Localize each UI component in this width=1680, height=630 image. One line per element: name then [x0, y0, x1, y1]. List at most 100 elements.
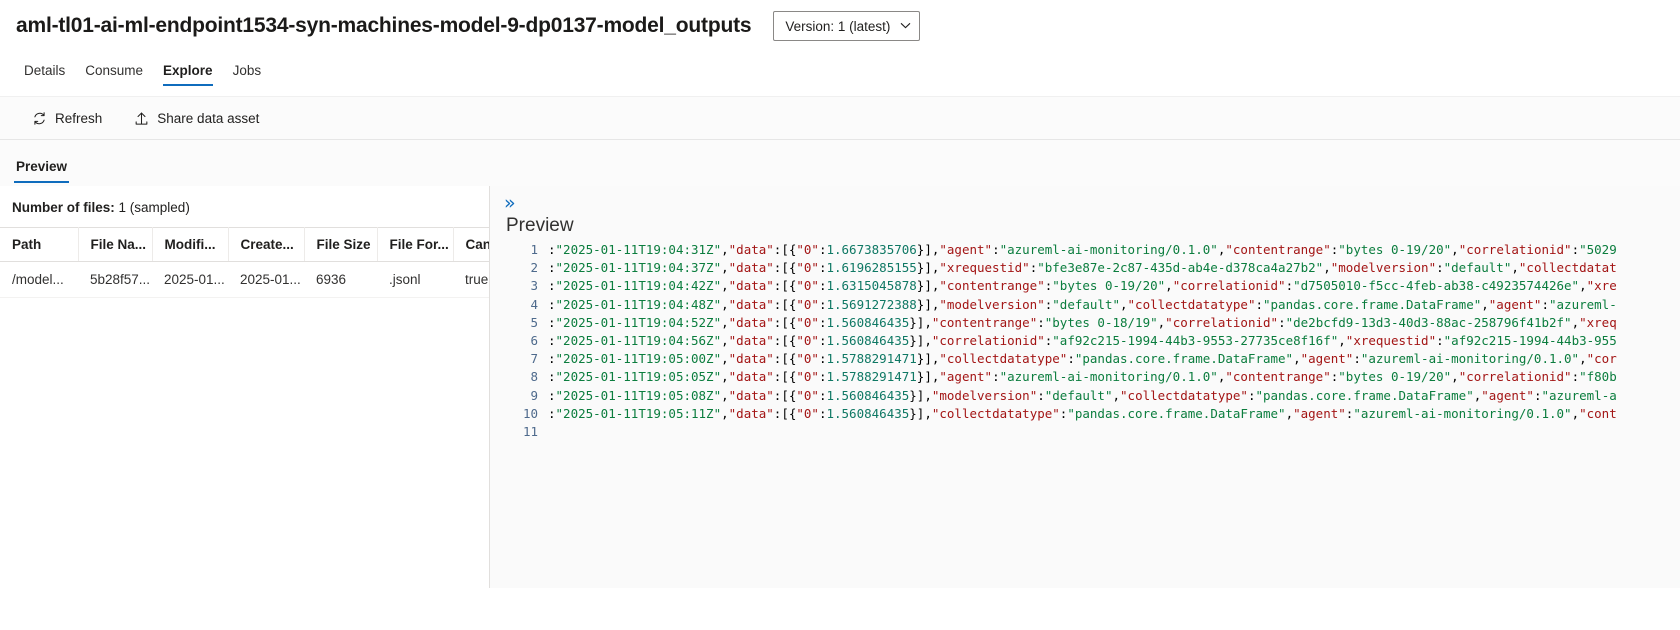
code-token: "data"	[728, 314, 774, 330]
code-token: "0"	[796, 260, 819, 276]
tab-explore[interactable]: Explore	[153, 55, 223, 88]
code-token: :	[1436, 260, 1444, 276]
share-data-asset-label: Share data asset	[157, 110, 260, 126]
column-header-file-size[interactable]: File Size	[304, 227, 378, 262]
code-token: :	[1541, 296, 1549, 312]
code-token: 1.6315045878	[826, 278, 917, 294]
line-number: 11	[522, 423, 538, 439]
code-line: 11	[504, 423, 1680, 441]
code-token: :	[548, 242, 556, 257]
code-token: "data"	[728, 405, 774, 421]
json-preview-code[interactable]: 1:"2025-01-11T19:04:31Z","data":[{"0":1.…	[504, 241, 1680, 441]
code-token: :[{	[773, 314, 797, 330]
code-token: "xre	[1586, 278, 1617, 294]
code-token: "0"	[796, 314, 819, 330]
code-token: "0"	[796, 369, 819, 385]
code-token: 1.6673835706	[826, 242, 917, 257]
code-line: 8:"2025-01-11T19:05:05Z","data":[{"0":1.…	[504, 368, 1680, 386]
code-token: "de2bcfd9-13d3-40d3-88ac-258796f41b2f"	[1285, 314, 1572, 330]
line-number: 3	[530, 278, 538, 294]
table-row[interactable]: /model... 5b28f57... 2025-01... 2025-01.…	[0, 261, 489, 298]
code-token: "cor	[1586, 351, 1617, 367]
code-token: ,	[1579, 278, 1587, 294]
code-token: "data"	[728, 260, 774, 276]
refresh-button-label: Refresh	[55, 110, 103, 126]
code-token: 1.5788291471	[826, 351, 917, 367]
cell-can-seek: true	[453, 261, 489, 298]
code-token: "azureml-	[1549, 296, 1617, 312]
code-token: ,	[721, 405, 729, 421]
line-number: 9	[530, 387, 538, 403]
code-token: "contentrange"	[1225, 242, 1331, 257]
double-chevron-right-icon[interactable]: »	[504, 186, 520, 215]
code-line: 6:"2025-01-11T19:04:56Z","data":[{"0":1.…	[504, 332, 1680, 350]
share-data-asset-button[interactable]: Share data asset	[122, 105, 271, 132]
code-token: "collectdatatype"	[1127, 296, 1256, 312]
code-token: "xrequestid"	[1345, 332, 1437, 348]
code-line: 9:"2025-01-11T19:05:08Z","data":[{"0":1.…	[504, 387, 1680, 405]
code-token: ,	[721, 314, 729, 330]
code-token: "2025-01-11T19:04:31Z"	[555, 242, 722, 257]
code-token: "azureml-a	[1541, 387, 1617, 403]
preview-subtabs: Preview	[0, 140, 1680, 186]
code-token: 1.5788291471	[826, 369, 917, 385]
code-token: }],	[916, 369, 940, 385]
code-line: 4:"2025-01-11T19:04:48Z","data":[{"0":1.…	[504, 296, 1680, 314]
file-table: Path File Na... Modifi... Create... File…	[0, 227, 489, 298]
code-token: :	[1285, 278, 1294, 294]
code-token: "2025-01-11T19:04:56Z"	[555, 332, 722, 348]
code-token: ,	[1285, 405, 1294, 421]
code-token: :	[1436, 332, 1444, 348]
code-token: :	[1353, 351, 1361, 367]
column-header-file-name[interactable]: File Na...	[78, 227, 153, 262]
code-line: 10:"2025-01-11T19:05:11Z","data":[{"0":1…	[504, 405, 1680, 423]
refresh-button[interactable]: Refresh	[20, 105, 114, 132]
line-number: 5	[530, 314, 538, 330]
code-token: ,	[721, 296, 729, 312]
refresh-icon	[32, 111, 47, 126]
code-token: :	[548, 260, 556, 276]
code-token: "agent"	[1488, 296, 1542, 312]
tab-details[interactable]: Details	[14, 55, 75, 88]
column-header-modified[interactable]: Modifi...	[152, 227, 229, 262]
code-token: :	[992, 242, 1000, 257]
column-header-file-format[interactable]: File For...	[377, 227, 454, 262]
column-header-path[interactable]: Path	[0, 227, 79, 262]
code-token: "contentrange"	[931, 314, 1038, 330]
code-token: "correlationid"	[1165, 314, 1279, 330]
tab-consume[interactable]: Consume	[75, 55, 153, 88]
code-token: }],	[909, 314, 932, 330]
cell-path: /model...	[0, 261, 78, 298]
share-upload-icon	[134, 111, 149, 126]
subtab-preview[interactable]: Preview	[14, 151, 70, 186]
line-number: 7	[530, 351, 538, 367]
code-token: "agent"	[939, 242, 993, 257]
line-number: 8	[530, 369, 538, 385]
code-token: }],	[916, 260, 940, 276]
line-number: 4	[530, 296, 538, 312]
line-number: 1	[530, 242, 538, 257]
line-number: 10	[522, 405, 538, 421]
column-header-created[interactable]: Create...	[228, 227, 305, 262]
code-token: ,	[1120, 296, 1128, 312]
code-token: "0"	[796, 332, 819, 348]
code-token: ,	[721, 351, 729, 367]
code-token: ,	[1293, 351, 1301, 367]
file-count-value: 1 (sampled)	[118, 200, 190, 215]
code-token: "pandas.core.frame.DataFrame"	[1255, 387, 1474, 403]
code-token: "2025-01-11T19:05:11Z"	[555, 405, 722, 421]
tab-jobs[interactable]: Jobs	[223, 55, 272, 88]
code-token: "0"	[796, 387, 819, 403]
code-token: "collectdatatype"	[931, 405, 1060, 421]
code-token: :	[1571, 369, 1580, 385]
code-token: "af92c215-1994-44b3-955	[1443, 332, 1617, 348]
code-token: }],	[909, 387, 932, 403]
code-token: "contentrange"	[939, 278, 1045, 294]
code-token: "d7505010-f5cc-4feb-ab38-c4923574426e"	[1293, 278, 1580, 294]
column-header-can-seek[interactable]: CanS	[453, 227, 489, 262]
code-token: :	[548, 296, 556, 312]
version-dropdown[interactable]: Version: 1 (latest)	[773, 11, 921, 41]
code-token: ,	[721, 242, 729, 257]
code-token: :[{	[773, 369, 797, 385]
code-token: }],	[916, 242, 940, 257]
